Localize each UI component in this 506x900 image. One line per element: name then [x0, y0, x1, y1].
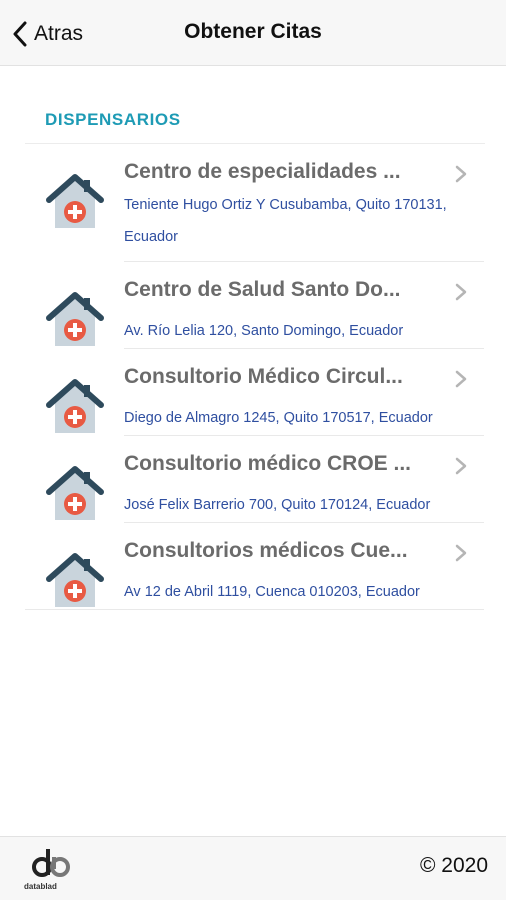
section-title: DISPENSARIOS: [45, 110, 181, 129]
dispensary-list: Centro de especialidades ... Teniente Hu…: [0, 144, 506, 610]
chevron-right-icon: [455, 370, 467, 388]
medical-house-icon: [46, 553, 104, 607]
item-name: Centro de Salud Santo Do...: [124, 278, 401, 301]
datablad-logo: datablad: [24, 849, 70, 891]
medical-house-icon: [46, 466, 104, 520]
logo-text: datablad: [24, 882, 57, 891]
list-item[interactable]: Consultorio Médico Circul... Diego de Al…: [0, 349, 506, 436]
item-name: Consultorios médicos Cue...: [124, 539, 408, 562]
medical-house-icon: [46, 379, 104, 433]
medical-house-icon: [46, 174, 104, 228]
chevron-right-icon: [455, 165, 467, 183]
list-item[interactable]: Centro de especialidades ... Teniente Hu…: [0, 144, 506, 262]
chevron-right-icon: [455, 544, 467, 562]
medical-house-icon: [46, 292, 104, 346]
app-footer: datablad © 2020: [0, 836, 506, 900]
list-item[interactable]: Centro de Salud Santo Do... Av. Río Leli…: [0, 262, 506, 349]
item-address: Teniente Hugo Ortiz Y Cusubamba, Quito 1…: [124, 197, 447, 245]
list-item[interactable]: Consultorios médicos Cue... Av 12 de Abr…: [0, 523, 506, 610]
app-header: Atras Obtener Citas: [0, 0, 506, 66]
chevron-right-icon: [455, 457, 467, 475]
item-name: Centro de especialidades ...: [124, 160, 401, 183]
item-name: Consultorio Médico Circul...: [124, 365, 403, 388]
item-name: Consultorio médico CROE ...: [124, 452, 412, 475]
chevron-right-icon: [455, 283, 467, 301]
page-title: Obtener Citas: [184, 20, 322, 43]
item-address: José Felix Barrerio 700, Quito 170124, E…: [124, 497, 431, 513]
item-address: Diego de Almagro 1245, Quito 170517, Ecu…: [124, 410, 433, 426]
list-item[interactable]: Consultorio médico CROE ... José Felix B…: [0, 436, 506, 523]
item-divider: [25, 609, 484, 610]
item-address: Av. Río Lelia 120, Santo Domingo, Ecuado…: [124, 323, 404, 339]
item-address: Av 12 de Abril 1119, Cuenca 010203, Ecua…: [124, 584, 420, 600]
copyright: © 2020: [419, 854, 488, 877]
